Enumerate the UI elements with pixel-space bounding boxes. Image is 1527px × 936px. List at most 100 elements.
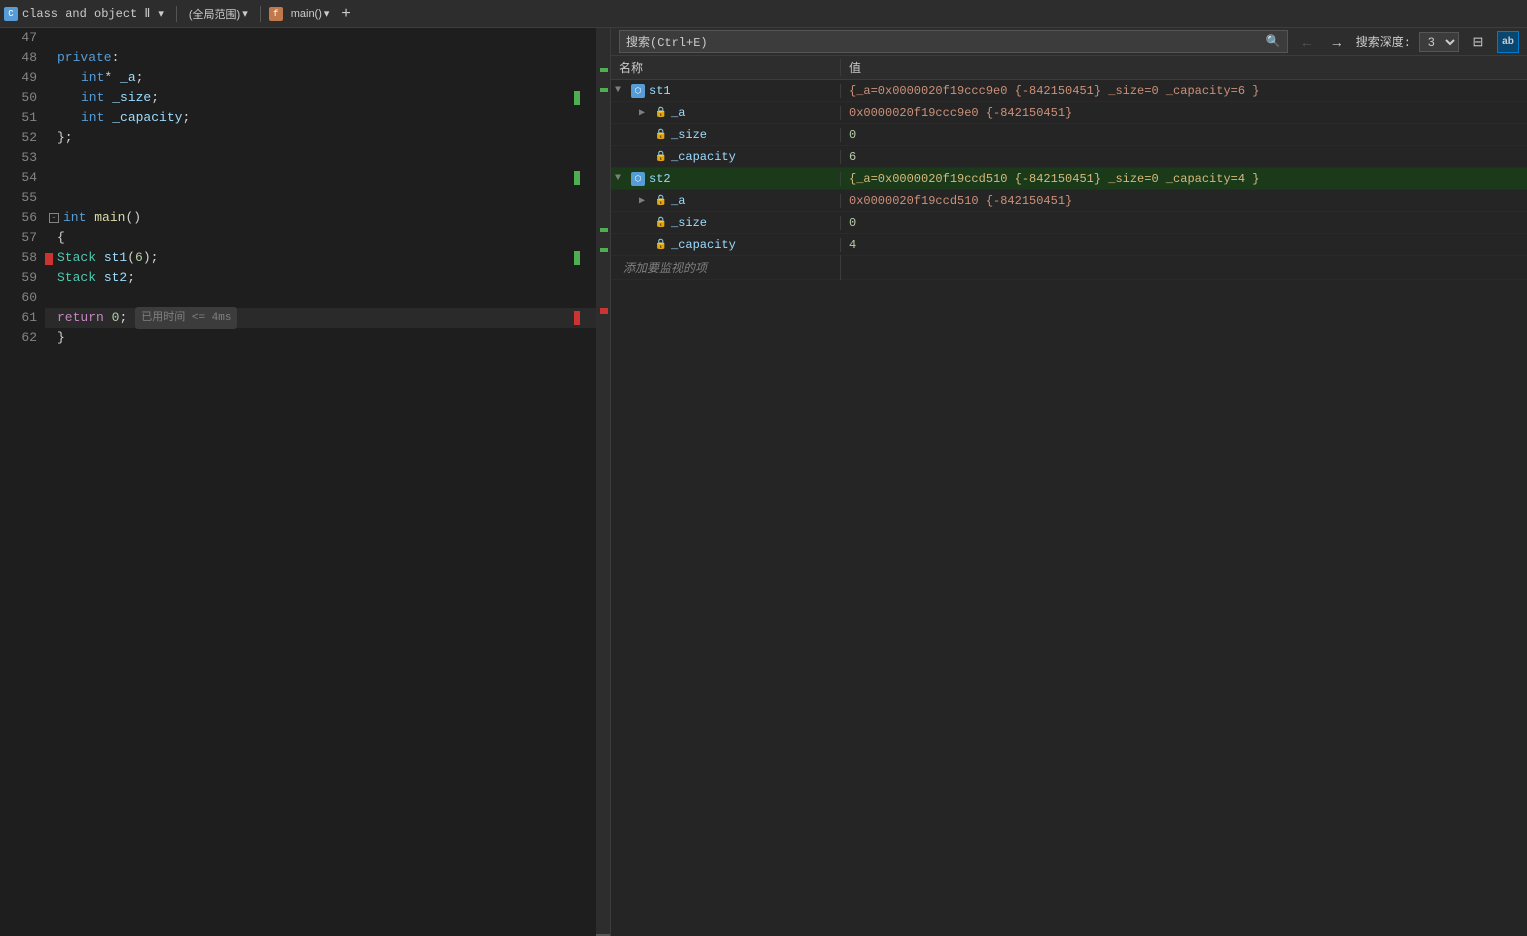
pin-icon: ⊟ [1473,34,1484,50]
code-line-48: private: [45,48,596,68]
lock-icon-st1-a: 🔒 [655,107,667,119]
expand-st1[interactable]: ▼ [615,85,627,96]
expand-st2[interactable]: ▼ [615,173,627,184]
regex-icon: ab [1502,36,1514,47]
pin-btn[interactable]: ⊟ [1467,31,1489,53]
depth-select[interactable]: 3 1 2 4 5 [1419,32,1459,52]
watch-cell-name-add: 添加要监视的项 [611,255,841,280]
file-name: class and object Ⅱ [22,6,150,21]
depth-label: 搜索深度: [1356,33,1411,50]
st1-a-label: _a [671,106,685,120]
watch-cell-name-st1: ▼ ⬡ st1 [611,84,841,98]
code-line-53 [45,148,596,168]
top-bar-left: C class and object Ⅱ ▾ (全局范围) ▾ f main()… [4,3,1523,25]
watch-toolbar: 搜索(Ctrl+E) 🔍 ← → 搜索深度: 3 1 2 4 5 ⊟ ab [611,28,1527,56]
watch-row-st2-capacity[interactable]: 🔒 _capacity 4 [611,234,1527,256]
scroll-mark-3 [600,228,608,232]
scroll-mark-1 [600,68,608,72]
lock-icon-st1-capacity: 🔒 [655,151,667,163]
code-scrollbar[interactable] [596,28,610,936]
search-icon: 🔍 [1266,34,1281,49]
file-title: class and object Ⅱ [22,6,150,21]
lock-icon-st2-capacity: 🔒 [655,239,667,251]
separator-1 [176,6,177,22]
col-name-header: 名称 [611,59,841,76]
watch-cell-name-st2: ▼ ⬡ st2 [611,172,841,186]
code-line-60 [45,288,596,308]
regex-btn[interactable]: ab [1497,31,1519,53]
watch-cell-value-st2-capacity: 4 [841,238,1527,252]
code-line-57: { [45,228,596,248]
add-watch-label: 添加要监视的项 [615,255,715,280]
st2-size-label: _size [671,216,707,230]
nav-back-btn[interactable]: ← [1296,32,1318,52]
lock-icon-st2-a: 🔒 [655,195,667,207]
breakpoint-58 [45,253,53,265]
func-dropdown-btn[interactable]: main() ▾ [287,5,334,22]
time-hint: 已用时间 <= 4ms [135,307,237,329]
watch-cell-name-st2-a: ▶ 🔒 _a [611,194,841,208]
top-bar: C class and object Ⅱ ▾ (全局范围) ▾ f main()… [0,0,1527,28]
watch-rows: ▼ ⬡ st1 {_a=0x0000020f19ccc9e0 {-8421504… [611,80,1527,936]
watch-row-st2-a[interactable]: ▶ 🔒 _a 0x0000020f19ccd510 {-842150451} [611,190,1527,212]
nav-fwd-btn[interactable]: → [1326,32,1348,52]
code-line-62: } [45,328,596,348]
file-icon: C [4,7,18,21]
watch-cell-value-st1-a: 0x0000020f19ccc9e0 {-842150451} [841,106,1527,120]
code-line-54 [45,168,596,188]
code-line-47 [45,28,596,48]
scope-dropdown-btn[interactable]: (全局范围) ▾ [185,4,252,24]
st2-a-label: _a [671,194,685,208]
st1-label: st1 [649,84,671,98]
code-panel: 47 48 49 50 51 52 53 54 55 56 57 58 59 6… [0,28,610,936]
st1-size-label: _size [671,128,707,142]
scroll-mark-red [600,308,608,314]
watch-cell-value-st2-a: 0x0000020f19ccd510 {-842150451} [841,194,1527,208]
st1-capacity-label: _capacity [671,150,736,164]
code-line-59: Stack st2; [45,268,596,288]
watch-cell-name-st2-size: 🔒 _size [611,216,841,230]
col-value-header: 值 [841,59,1527,76]
code-line-49: int* _a; [45,68,596,88]
add-btn[interactable]: + [337,3,354,25]
code-line-51: int _capacity; [45,108,596,128]
watch-row-st2-size[interactable]: 🔒 _size 0 [611,212,1527,234]
code-line-52: }; [45,128,596,148]
watch-cell-value-st2-size: 0 [841,216,1527,230]
watch-cell-name-st1-a: ▶ 🔒 _a [611,106,841,120]
watch-row-add[interactable]: 添加要监视的项 [611,256,1527,280]
watch-row-st1-capacity[interactable]: 🔒 _capacity 6 [611,146,1527,168]
code-line-61: ➤ return 0; 已用时间 <= 4ms [45,308,596,328]
file-dropdown-btn[interactable]: ▾ [154,5,168,22]
obj-icon-st1: ⬡ [631,84,645,98]
watch-table-header: 名称 值 [611,56,1527,80]
watch-cell-name-st2-capacity: 🔒 _capacity [611,238,841,252]
lock-icon-st1-size: 🔒 [655,129,667,141]
code-line-56: - int main() [45,208,596,228]
watch-search-box[interactable]: 搜索(Ctrl+E) 🔍 [619,30,1288,53]
watch-row-st1-size[interactable]: 🔒 _size 0 [611,124,1527,146]
code-line-55 [45,188,596,208]
watch-row-st1[interactable]: ▼ ⬡ st1 {_a=0x0000020f19ccc9e0 {-8421504… [611,80,1527,102]
scroll-mark-2 [600,88,608,92]
watch-cell-value-st2: {_a=0x0000020f19ccd510 {-842150451} _siz… [841,172,1527,186]
watch-cell-value-st1: {_a=0x0000020f19ccc9e0 {-842150451} _siz… [841,84,1527,98]
watch-row-st1-a[interactable]: ▶ 🔒 _a 0x0000020f19ccc9e0 {-842150451} [611,102,1527,124]
expand-st2-a[interactable]: ▶ [639,195,651,207]
expand-st1-a[interactable]: ▶ [639,107,651,119]
separator-2 [260,6,261,22]
code-lines: private: int* _a; int _size; int _ [45,28,596,936]
scroll-mark-4 [600,248,608,252]
watch-cell-value-st1-capacity: 6 [841,150,1527,164]
line-numbers: 47 48 49 50 51 52 53 54 55 56 57 58 59 6… [0,28,45,936]
watch-cell-name-st1-capacity: 🔒 _capacity [611,150,841,164]
watch-cell-name-st1-size: 🔒 _size [611,128,841,142]
lock-icon-st2-size: 🔒 [655,217,667,229]
watch-table: 名称 值 ▼ ⬡ st1 {_a=0x0000020f19ccc9e0 {-84… [611,56,1527,936]
watch-row-st2[interactable]: ▼ ⬡ st2 {_a=0x0000020f19ccd510 {-8421504… [611,168,1527,190]
code-line-50: int _size; [45,88,596,108]
st2-label: st2 [649,172,671,186]
watch-panel: 搜索(Ctrl+E) 🔍 ← → 搜索深度: 3 1 2 4 5 ⊟ ab [610,28,1527,936]
code-line-58: Stack st1(6); [45,248,596,268]
collapse-button-56[interactable]: - [49,213,59,223]
